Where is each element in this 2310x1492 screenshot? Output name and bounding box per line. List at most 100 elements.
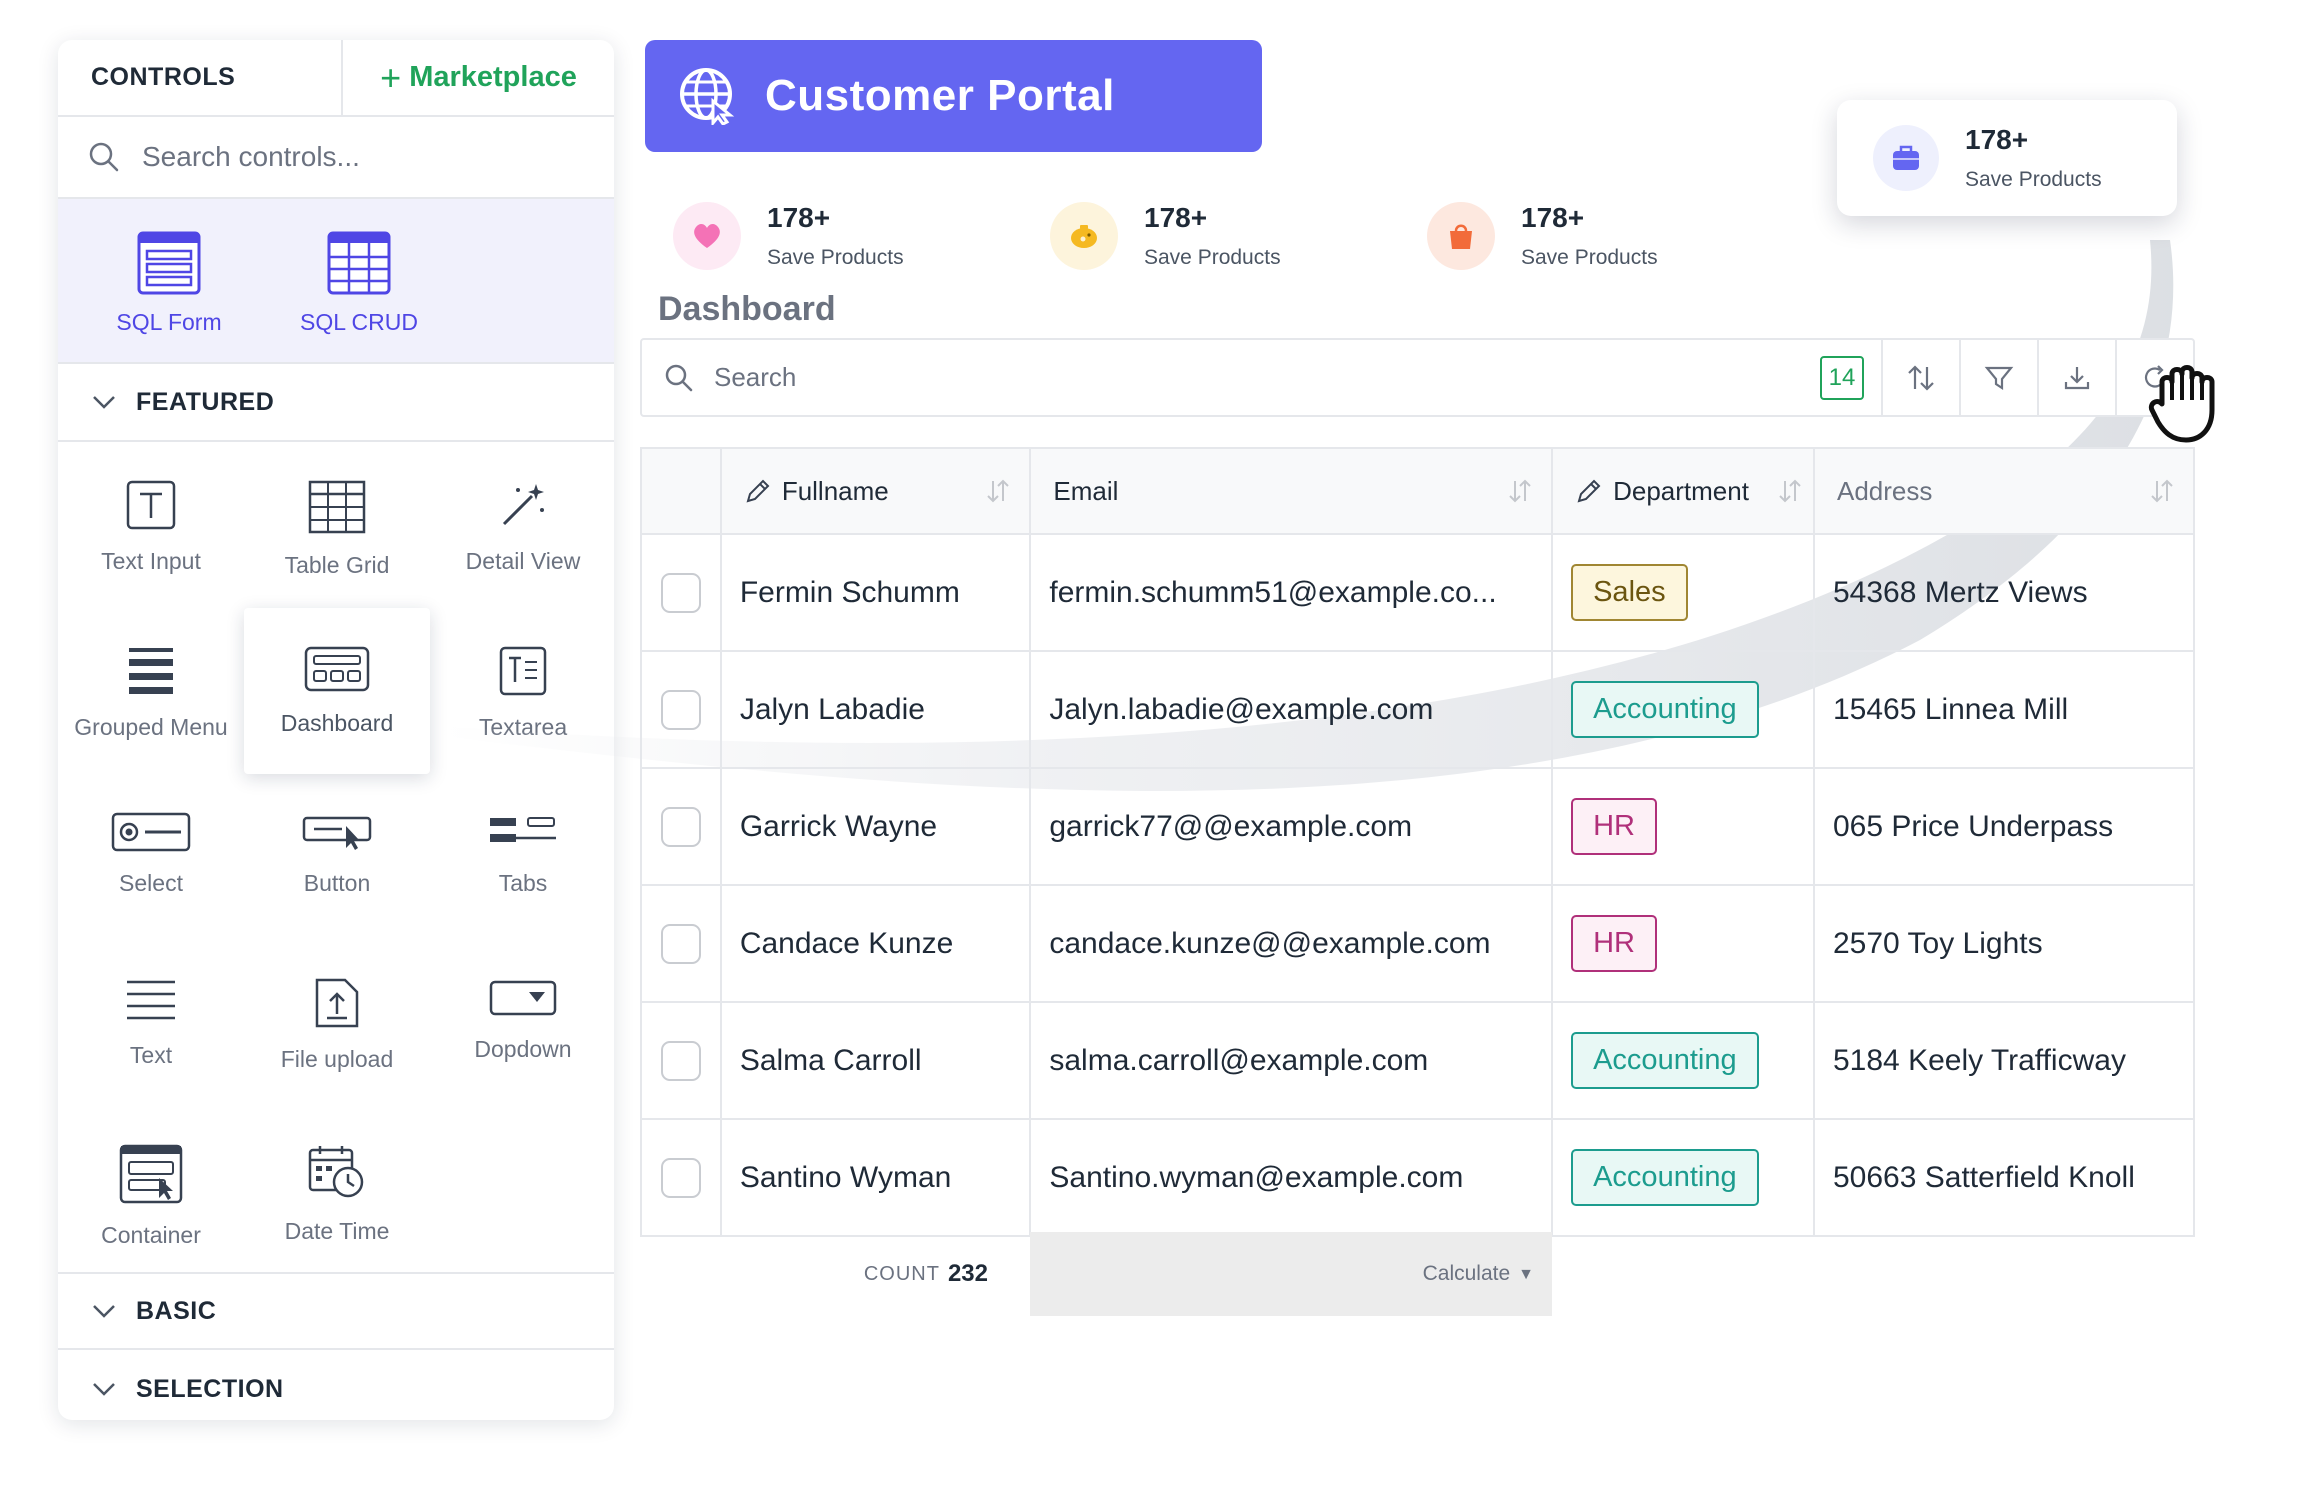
stat-card: 178+ Save Products [673, 202, 904, 270]
globe-cursor-icon [680, 68, 735, 125]
control-detail-view[interactable]: Detail View [430, 442, 614, 608]
control-label: Tabs [498, 870, 548, 896]
control-text-input[interactable]: Text Input [58, 442, 244, 608]
sql-crud-control[interactable]: SQL CRUD [284, 199, 434, 362]
controls-search-placeholder: Search controls... [142, 141, 360, 172]
basic-label: BASIC [136, 1296, 217, 1325]
column-header-email[interactable]: Email [1029, 447, 1554, 535]
selection-section-header[interactable]: SELECTION [58, 1350, 614, 1420]
sort-arrows-icon [987, 479, 1010, 503]
cell-email[interactable]: Santino.wyman@example.com [1029, 1118, 1554, 1237]
control-grouped-menu[interactable]: Grouped Menu [58, 608, 244, 774]
featured-section-header[interactable]: FEATURED [58, 364, 614, 442]
page-title: Customer Portal [765, 71, 1115, 120]
cell-address: 15465 Linnea Mill [1813, 650, 2195, 769]
cell-fullname: Jalyn Labadie [719, 650, 1032, 769]
control-label: Dashboard [280, 710, 394, 736]
sql-form-control[interactable]: SQL Form [94, 199, 244, 362]
control-date-time[interactable]: Date Time [244, 1106, 430, 1272]
text-lines-icon [127, 980, 175, 1020]
search-icon [665, 364, 693, 391]
chevron-down-icon [93, 396, 115, 409]
cell-email[interactable]: salma.carroll@example.com [1029, 1001, 1554, 1120]
control-text[interactable]: Text [58, 940, 244, 1106]
department-tag: HR [1571, 915, 1657, 972]
dashboard-icon [304, 646, 370, 692]
control-select[interactable]: Select [58, 774, 244, 940]
container-icon [119, 1144, 183, 1204]
control-container[interactable]: Container [58, 1106, 244, 1272]
control-label: Textarea [478, 714, 568, 740]
shopping-bag-icon [1450, 224, 1472, 249]
table-row[interactable]: Jalyn Labadie Jalyn.labadie@example.com … [640, 650, 2195, 769]
cell-email[interactable]: fermin.schumm51@example.co... [1029, 533, 1554, 652]
control-table-grid[interactable]: Table Grid [244, 442, 430, 608]
row-checkbox[interactable] [660, 572, 701, 613]
controls-search[interactable]: Search controls... [58, 117, 614, 199]
cell-email[interactable]: Jalyn.labadie@example.com [1029, 650, 1554, 769]
column-header-fullname[interactable]: Fullname [719, 447, 1032, 535]
stat-icon-bg [1427, 202, 1495, 270]
file-upload-icon [315, 978, 359, 1028]
sort-icon [1908, 364, 1934, 391]
search-icon [89, 142, 119, 172]
cell-fullname: Fermin Schumm [719, 533, 1032, 652]
control-label: Table Grid [284, 552, 390, 578]
select-icon [111, 812, 191, 852]
control-tabs[interactable]: Tabs [430, 774, 614, 940]
cell-fullname: Salma Carroll [719, 1001, 1032, 1120]
row-checkbox[interactable] [660, 806, 701, 847]
grid-search-input[interactable]: Search [642, 362, 1803, 393]
stat-icon-bg [1050, 202, 1118, 270]
table-row[interactable]: Candace Kunze candace.kunze@@example.com… [640, 884, 2195, 1003]
control-label: Container [101, 1222, 201, 1248]
sort-arrows-icon [2151, 479, 2173, 503]
date-time-icon [308, 1146, 364, 1198]
selection-label: SELECTION [136, 1374, 284, 1403]
download-icon [2064, 366, 2090, 389]
button-icon [302, 816, 372, 850]
sql-form-icon [137, 231, 201, 295]
cell-email[interactable]: candace.kunze@@example.com [1029, 884, 1554, 1003]
stat-value: 178+ [1521, 202, 1585, 233]
basic-section-header[interactable]: BASIC [58, 1272, 614, 1350]
table-row[interactable]: Fermin Schumm fermin.schumm51@example.co… [640, 533, 2195, 652]
stat-label: Save Products [767, 246, 904, 269]
table-row[interactable]: Garrick Wayne garrick77@@example.com HR … [640, 767, 2195, 886]
cell-address: 5184 Keely Trafficway [1813, 1001, 2195, 1120]
dashboard-title: Dashboard [658, 290, 836, 328]
floating-stat-label: Save Products [1965, 168, 2102, 191]
cell-address: 54368 Mertz Views [1813, 533, 2195, 652]
filter-button[interactable] [1959, 339, 2037, 416]
floating-stat-card: 178+ Save Products [1837, 100, 2177, 216]
control-button[interactable]: Button [244, 774, 430, 940]
table-row[interactable]: Santino Wyman Santino.wyman@example.com … [640, 1118, 2195, 1237]
tab-controls[interactable]: CONTROLS [58, 40, 343, 115]
column-title: Address [1837, 475, 1933, 506]
control-label: Text Input [101, 548, 201, 574]
row-checkbox[interactable] [660, 923, 701, 964]
record-count-badge[interactable]: 14 [1803, 339, 1881, 416]
download-button[interactable] [2037, 339, 2115, 416]
tabs-icon [490, 817, 556, 842]
control-dashboard[interactable]: Dashboard [244, 608, 430, 774]
table-row[interactable]: Salma Carroll salma.carroll@example.com … [640, 1001, 2195, 1120]
cell-email[interactable]: garrick77@@example.com [1029, 767, 1554, 886]
control-dropdown[interactable]: Dopdown [430, 940, 614, 1106]
column-header-department[interactable]: Department [1551, 447, 1815, 535]
control-file-upload[interactable]: File upload [244, 940, 430, 1106]
tab-marketplace[interactable]: + Marketplace [343, 40, 614, 115]
calculate-dropdown[interactable]: Calculate ▼ [1030, 1232, 1552, 1316]
column-header-address[interactable]: Address [1813, 447, 2195, 535]
control-textarea[interactable]: Textarea [430, 608, 614, 774]
row-checkbox[interactable] [660, 1040, 701, 1081]
row-checkbox[interactable] [660, 689, 701, 730]
select-column-header [640, 447, 722, 535]
stat-label: Save Products [1144, 246, 1281, 269]
cell-fullname: Garrick Wayne [719, 767, 1032, 886]
stat-value: 178+ [767, 202, 831, 233]
control-label: Detail View [465, 548, 581, 574]
sort-button[interactable] [1881, 339, 1959, 416]
stat-icon-bg [1873, 125, 1939, 191]
row-checkbox[interactable] [660, 1157, 701, 1198]
